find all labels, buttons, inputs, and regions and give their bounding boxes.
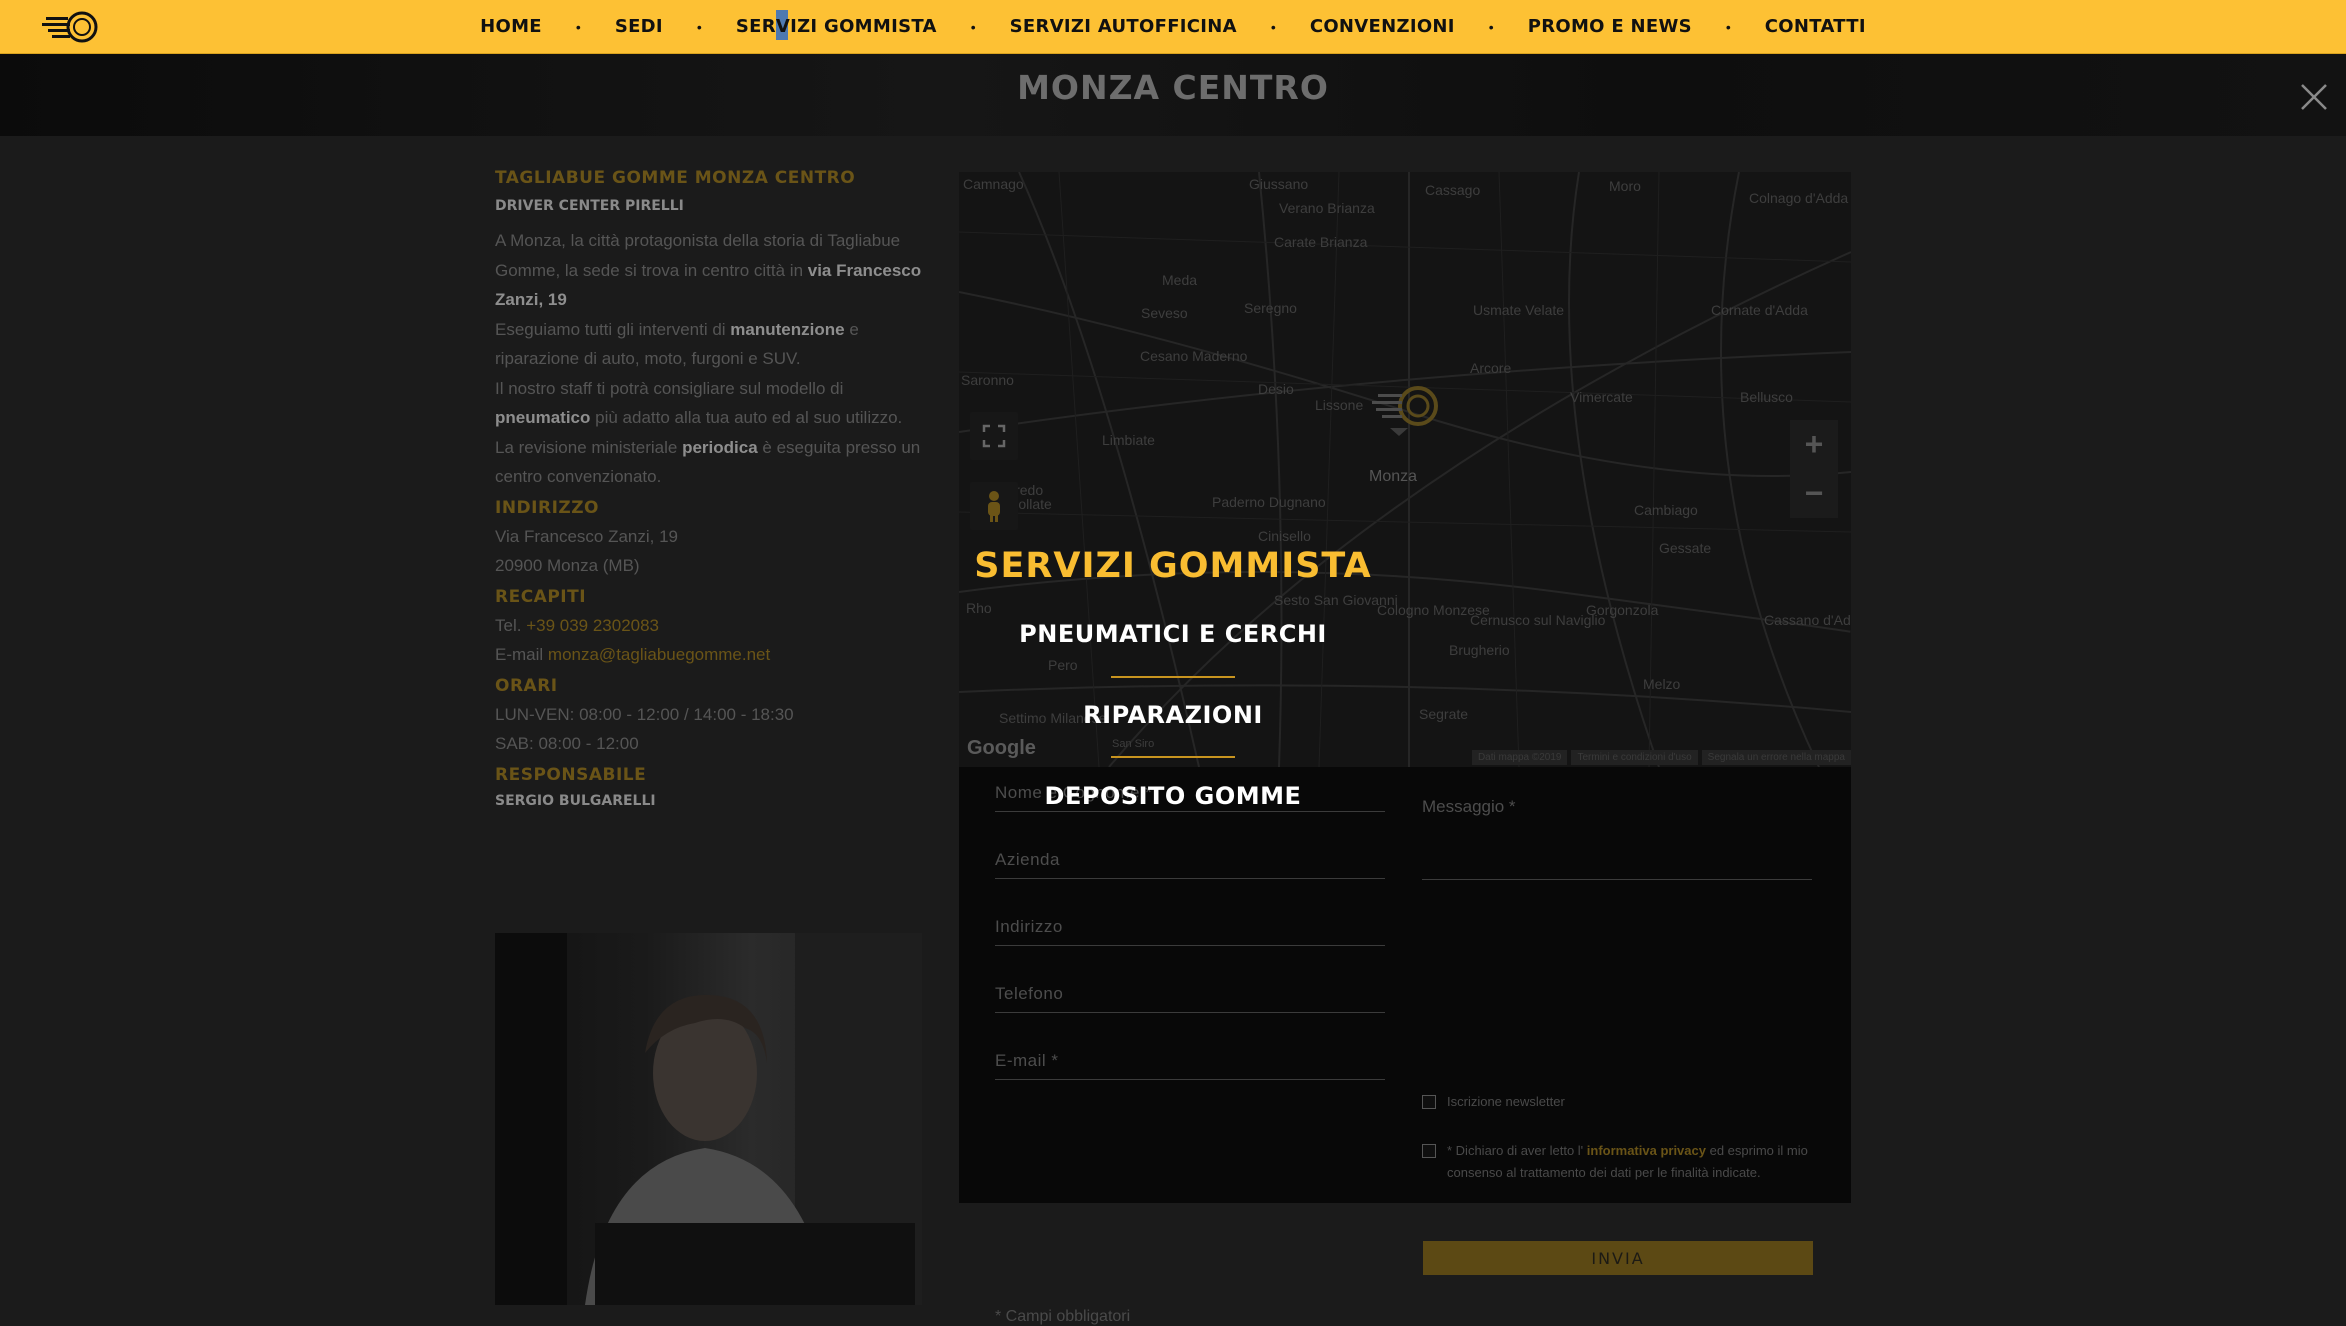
dropdown-item-riparazioni[interactable]: RIPARAZIONI xyxy=(0,701,2346,729)
map-label: Giussano xyxy=(1249,176,1309,192)
top-navbar: HOME • SEDI • SERVIZI GOMMISTA • SERVIZI… xyxy=(0,0,2346,54)
map-label: Lissone xyxy=(1315,397,1364,413)
map-label-monza: Monza xyxy=(1369,468,1418,485)
nav-promo-news[interactable]: PROMO E NEWS xyxy=(1494,16,1726,37)
nav-convenzioni[interactable]: CONVENZIONI xyxy=(1276,16,1489,37)
contacts-label: RECAPITI xyxy=(495,586,587,607)
map-report-link[interactable]: Segnala un errore nella mappa xyxy=(1701,750,1851,765)
map-label: Cassago xyxy=(1425,182,1481,198)
contact-form: Nome e Cognome * Azienda Indirizzo Telef… xyxy=(959,767,1851,1325)
nav-servizi-gommista-label: SERVIZI GOMMISTA xyxy=(735,16,937,37)
pegman-icon[interactable] xyxy=(970,482,1018,530)
address-placeholder: Indirizzo xyxy=(995,917,1063,936)
zoom-out-button[interactable]: − xyxy=(1790,469,1838,518)
zoom-in-button[interactable]: + xyxy=(1790,420,1838,469)
nav-contatti[interactable]: CONTATTI xyxy=(1731,16,1900,37)
map-label: Cinisello xyxy=(1258,528,1311,544)
address: Via Francesco Zanzi, 19 20900 Monza (MB) xyxy=(495,522,925,581)
map-label: Rho xyxy=(966,600,992,616)
map-label: Verano Brianza xyxy=(1279,200,1375,216)
map-label: Meda xyxy=(1162,272,1198,288)
nav-sedi[interactable]: SEDI xyxy=(581,16,697,37)
map-data-credit: Dati mappa ©2019 xyxy=(1471,750,1568,765)
fullscreen-icon[interactable] xyxy=(970,412,1018,460)
map-label: Colnago d'Adda xyxy=(1749,190,1849,206)
map-label: Pero xyxy=(1048,657,1078,673)
map-label: Moro xyxy=(1609,178,1641,194)
map-label: Gessate xyxy=(1659,540,1712,556)
newsletter-label: Iscrizione newsletter xyxy=(1447,1094,1565,1109)
map-label: Desio xyxy=(1258,381,1294,397)
google-map[interactable]: Camnago Giussano Verano Brianza Carate B… xyxy=(959,172,1851,767)
address-line: Via Francesco Zanzi, 19 xyxy=(495,526,678,546)
nav-home[interactable]: HOME xyxy=(446,16,576,37)
privacy-checkbox[interactable] xyxy=(1422,1144,1436,1158)
address-label: INDIRIZZO xyxy=(495,497,600,518)
desc-text: La revisione ministeriale xyxy=(495,437,683,457)
privacy-link[interactable]: informativa privacy xyxy=(1587,1143,1706,1158)
nav-servizi-autofficina[interactable]: SERVIZI AUTOFFICINA xyxy=(976,16,1271,37)
map-label: Cesano Maderno xyxy=(1140,348,1248,364)
map-terms-link[interactable]: Termini e condizioni d'uso xyxy=(1571,750,1698,765)
map-label: Cambiago xyxy=(1634,502,1698,518)
desc-bold: periodica xyxy=(682,437,758,457)
store-heading: TAGLIABUE GOMME MONZA CENTRO xyxy=(495,168,856,188)
dropdown-item-deposito-gomme[interactable]: DEPOSITO GOMME xyxy=(0,782,2346,810)
map-label: Camnago xyxy=(963,176,1024,192)
manager-photo xyxy=(495,933,922,1305)
map-label: Bellusco xyxy=(1740,389,1793,405)
submit-button[interactable]: INVIA xyxy=(1423,1241,1813,1275)
map-label: Seveso xyxy=(1141,305,1188,321)
map-pin-logo-icon[interactable] xyxy=(1364,380,1444,440)
newsletter-checkbox[interactable] xyxy=(1422,1095,1436,1109)
map-label: Cornate d'Adda xyxy=(1711,302,1808,318)
map-label: Usmate Velate xyxy=(1473,302,1565,318)
desc-text: Il nostro staff ti potrà consigliare sul… xyxy=(495,378,844,398)
store-subheading: DRIVER CENTER PIRELLI xyxy=(495,198,684,214)
map-label: Melzo xyxy=(1643,676,1681,692)
map-form-card: Camnago Giussano Verano Brianza Carate B… xyxy=(959,172,1851,1325)
company-placeholder: Azienda xyxy=(995,850,1060,869)
nav-servizi-gommista[interactable]: SERVIZI GOMMISTA xyxy=(702,10,971,40)
map-label: Carate Brianza xyxy=(1274,234,1368,250)
main-nav: HOME • SEDI • SERVIZI GOMMISTA • SERVIZI… xyxy=(0,0,2346,53)
map-label: Gorgonzola xyxy=(1586,602,1659,618)
desc-bold: manutenzione xyxy=(730,319,845,339)
map-zoom-controls: + − xyxy=(1790,420,1838,518)
map-label: Limbiate xyxy=(1102,432,1155,448)
map-label: Seregno xyxy=(1244,300,1297,316)
email-placeholder: E-mail * xyxy=(995,1051,1059,1070)
privacy-label: * Dichiaro di aver letto l' informativa … xyxy=(1447,1140,1827,1184)
company-field[interactable]: Azienda xyxy=(995,834,1385,879)
phone-placeholder: Telefono xyxy=(995,984,1064,1003)
map-legal-bar: Dati mappa ©2019 Termini e condizioni d'… xyxy=(1471,750,1851,765)
map-label: Arcore xyxy=(1470,360,1512,376)
store-description: A Monza, la città protagonista della sto… xyxy=(495,226,925,492)
desc-bold: pneumatico xyxy=(495,408,591,427)
close-icon[interactable] xyxy=(2299,82,2329,112)
desc-text: più adatto alla tua auto ed al suo utili… xyxy=(590,408,903,427)
dropdown-item-pneumatici-cerchi[interactable]: PNEUMATICI E CERCHI xyxy=(0,620,2346,648)
map-label: Paderno Dugnano xyxy=(1212,494,1326,510)
hours-label: ORARI xyxy=(495,675,558,696)
required-note: * Campi obbligatori xyxy=(995,1308,1131,1325)
map-label: Saronno xyxy=(961,372,1014,388)
google-logo: Google xyxy=(967,737,1036,759)
address-field[interactable]: Indirizzo xyxy=(995,901,1385,946)
privacy-text: * Dichiaro di aver letto l' xyxy=(1447,1143,1587,1158)
desc-text: Eseguiamo tutti gli interventi di xyxy=(495,319,731,339)
map-label: Vimercate xyxy=(1570,389,1633,405)
address-line: 20900 Monza (MB) xyxy=(495,556,640,575)
map-label: San Siro xyxy=(1112,738,1155,750)
page-title: MONZA CENTRO xyxy=(1017,68,1329,107)
phone-field[interactable]: Telefono xyxy=(995,968,1385,1013)
hours-line: SAB: 08:00 - 12:00 xyxy=(495,734,639,753)
email-field[interactable]: E-mail * xyxy=(995,1035,1385,1080)
